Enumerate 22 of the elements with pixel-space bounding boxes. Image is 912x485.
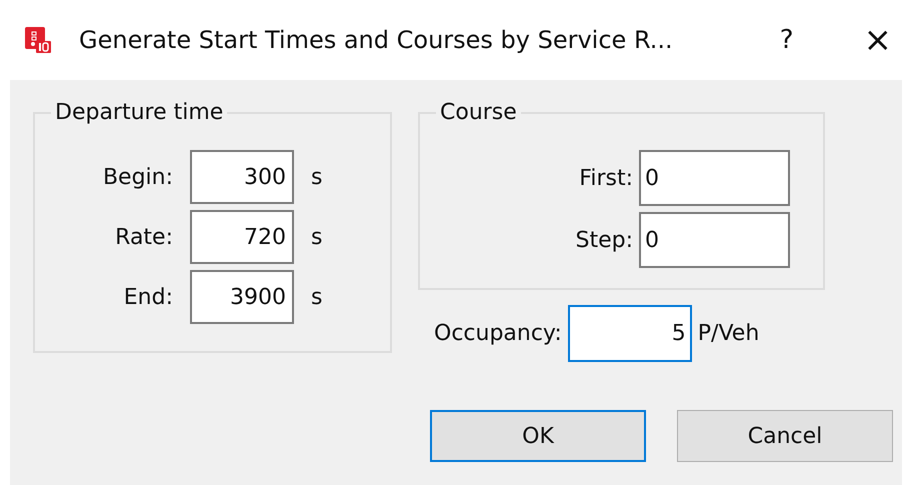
ok-button[interactable]: OK (430, 410, 646, 462)
window-title: Generate Start Times and Courses by Service R... (79, 25, 673, 56)
input-field[interactable]: 720 (190, 210, 294, 264)
field-label: End: (122, 284, 174, 312)
cancel-button[interactable]: Cancel (677, 410, 893, 462)
input-field[interactable]: 300 (190, 150, 294, 204)
field-label: First: (578, 164, 634, 192)
help-button[interactable]: ? (780, 20, 794, 60)
field-label: Step: (574, 226, 634, 254)
input-field[interactable]: 5 (568, 305, 692, 362)
input-field[interactable]: 3900 (190, 270, 294, 324)
field-label: Occupancy: (434, 320, 562, 348)
unit-label: s (311, 284, 322, 312)
app-icon (25, 27, 51, 53)
field-label: Begin: (102, 164, 174, 192)
unit-label: s (311, 164, 322, 192)
field-label: Rate: (114, 224, 174, 252)
close-button[interactable]: × (864, 23, 892, 57)
unit-label: s (311, 224, 322, 252)
unit-label: P/Veh (698, 320, 760, 348)
input-field[interactable]: 0 (639, 212, 790, 268)
input-field[interactable]: 0 (639, 150, 790, 206)
